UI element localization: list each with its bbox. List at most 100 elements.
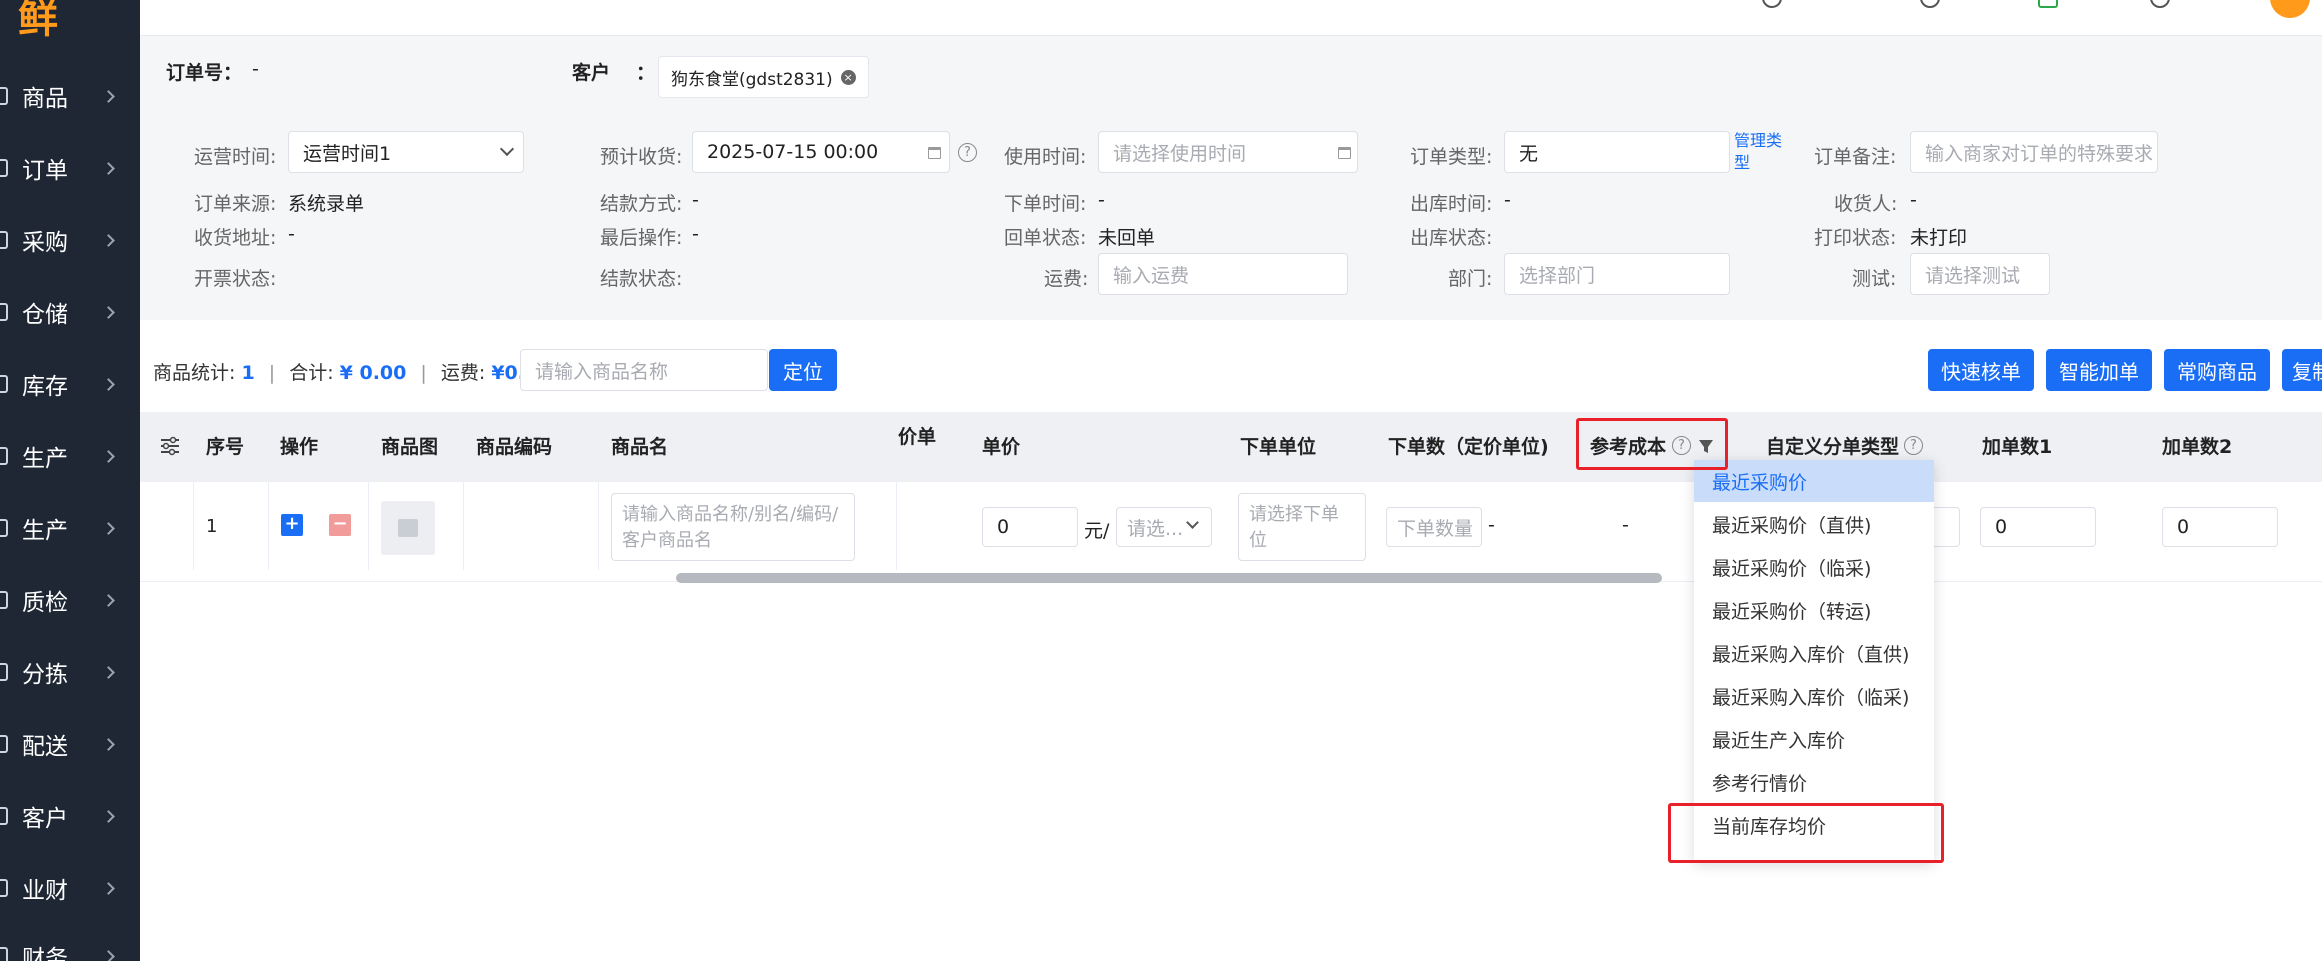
test-label: 测试: [1852,268,1897,290]
source-label: 订单来源: [194,193,277,215]
avatar[interactable] [2270,0,2310,18]
chevron-right-icon [102,89,115,103]
freight-label: 运费: [1044,268,1089,290]
sidebar-item-sorting[interactable]: 分拣 [0,652,140,692]
place-time-label: 下单时间: [1004,193,1087,215]
chevron-right-icon [102,949,115,961]
purchase-icon [0,231,8,249]
close-icon[interactable]: × [840,69,856,85]
unit-price-input[interactable]: 0 [982,507,1078,547]
customer-icon [0,807,8,825]
document-icon[interactable] [2038,0,2058,8]
sidebar-item-warehouse[interactable]: 仓储 [0,292,140,332]
add-qty2-input[interactable]: 0 [2162,507,2278,547]
dropdown-option[interactable]: 最近采购价（转运) [1694,589,1934,631]
help-icon[interactable]: ? [1904,436,1923,455]
dept-select[interactable]: 选择部门 [1504,253,1730,295]
dept-label: 部门: [1448,268,1493,290]
sidebar-item-production-2[interactable]: 生产 [0,508,140,548]
use-time-label: 使用时间: [1004,146,1087,168]
dropdown-option[interactable]: 最近生产入库价 [1694,718,1934,760]
chevron-right-icon [102,161,115,175]
header-custom-type: 自定义分单类型 [1766,436,1900,458]
sidebar-item-qc[interactable]: 质检 [0,580,140,620]
order-qty-input[interactable]: 下单数量 [1386,507,1482,547]
header-code: 商品编码 [476,436,553,458]
sidebar: 鲜 商品 订单 采购 仓储 库存 生产 生产 质检 分拣 配送 客户 业财 财务 [0,0,140,961]
chevron-right-icon [102,233,115,247]
receiver-label: 收货人: [1834,193,1898,215]
quick-check-button[interactable]: 快速核单 [1928,349,2034,391]
finance-icon [0,947,8,961]
gear-icon[interactable] [1920,0,1940,8]
order-no-label: 订单号： [166,62,243,84]
ref-cost-value: - [1622,514,1629,536]
production-icon [0,519,8,537]
goods-stats: 商品统计: 1 | 合计: ¥ 0.00 | 运费: ¥0.00 [153,358,551,385]
goods-icon [0,87,8,105]
manage-type-link[interactable]: 管理类型 [1734,130,1786,174]
freight-input[interactable]: 输入运费 [1098,253,1348,295]
help-icon[interactable]: ? [1672,436,1691,455]
smart-add-button[interactable]: 智能加单 [2046,349,2152,391]
remove-row-button[interactable]: − [329,514,351,536]
goods-search-input[interactable]: 请输入商品名称 [520,349,768,391]
dropdown-option[interactable]: 最近采购价（临采) [1694,546,1934,588]
sidebar-item-finance[interactable]: 财务 [0,936,140,961]
order-unit-select[interactable]: 请选择下单位 [1238,493,1366,561]
add-row-button[interactable]: + [281,514,303,536]
column-settings-icon[interactable] [160,436,180,456]
clock-icon[interactable] [1762,0,1782,8]
app-logo: 鲜 [18,0,58,42]
add-qty1-input[interactable]: 0 [1980,507,2096,547]
sidebar-item-orders[interactable]: 订单 [0,148,140,188]
place-time-value: - [1098,189,1105,211]
sidebar-item-delivery[interactable]: 配送 [0,724,140,764]
inventory-icon [0,375,8,393]
order-no-value: - [252,58,259,80]
goods-name-input[interactable]: 请输入商品名称/别名/编码/客户商品名 [611,493,855,561]
sidebar-item-business-finance[interactable]: 业财 [0,868,140,908]
order-type-label: 订单类型: [1410,146,1493,168]
orders-icon [0,159,8,177]
sidebar-item-customer[interactable]: 客户 [0,796,140,836]
sidebar-item-production-1[interactable]: 生产 [0,436,140,476]
help-icon[interactable]: ? [958,143,977,162]
copy-button[interactable]: 复制 [2282,349,2322,391]
horizontal-scrollbar[interactable] [676,573,1662,583]
qc-icon [0,591,8,609]
total-value: ¥ 0.00 [339,362,407,384]
customer-colon: ： [636,62,656,84]
op-time-select[interactable]: 运营时间1 [288,131,524,173]
settings-icon[interactable] [2150,0,2170,8]
address-value: - [288,223,295,245]
dropdown-option[interactable]: 当前库存均价 [1694,804,1934,846]
remark-input[interactable]: 输入商家对订单的特殊要求 [1910,131,2158,173]
est-receipt-input[interactable]: 2025-07-15 00:00 [692,131,950,173]
dropdown-option[interactable]: 最近采购价 [1694,460,1934,502]
header-seq: 序号 [206,436,245,458]
price-unit-select[interactable]: 请选... [1116,507,1212,547]
remark-label: 订单备注: [1814,146,1897,168]
use-time-input[interactable]: 请选择使用时间 [1098,131,1358,173]
frequent-goods-button[interactable]: 常购商品 [2164,349,2270,391]
op-time-label: 运营时间: [194,146,277,168]
sidebar-item-inventory[interactable]: 库存 [0,364,140,404]
customer-tag[interactable]: 狗东食堂(gdst2831) × [658,56,869,98]
dropdown-option[interactable]: 参考行情价 [1694,761,1934,803]
chevron-right-icon [102,593,115,607]
address-label: 收货地址: [194,227,277,249]
dropdown-option[interactable]: 最近采购入库价（临采) [1694,675,1934,717]
locate-button[interactable]: 定位 [769,349,837,391]
print-status-label: 打印状态: [1814,227,1897,249]
dropdown-option[interactable]: 最近采购入库价（直供) [1694,632,1934,674]
test-select[interactable]: 请选择测试 [1910,253,2050,295]
dropdown-option[interactable]: 最近采购价（直供) [1694,503,1934,545]
sidebar-item-goods[interactable]: 商品 [0,76,140,116]
filter-icon[interactable] [1698,438,1714,454]
out-time-label: 出库时间: [1410,193,1493,215]
order-type-select[interactable]: 无 [1504,131,1730,173]
delivery-icon [0,735,8,753]
sidebar-item-purchase[interactable]: 采购 [0,220,140,260]
out-time-value: - [1504,189,1511,211]
